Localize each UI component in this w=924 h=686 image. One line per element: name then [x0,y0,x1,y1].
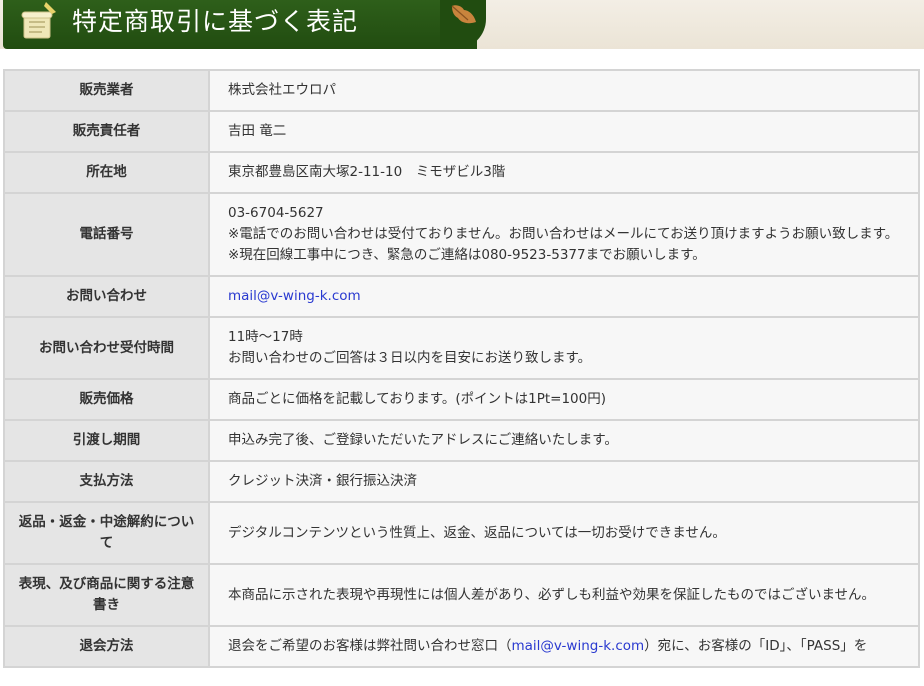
row-value: 03-6704-5627 ※電話でのお問い合わせは受付ておりません。お問い合わせ… [208,192,920,277]
table-row: 退会方法 退会をご希望のお客様は弊社問い合わせ窓口（mail@v-wing-k.… [3,625,920,668]
row-label: 引渡し期間 [3,419,210,462]
row-value: 申込み完了後、ご登録いただいたアドレスにご連絡いたします。 [208,419,920,462]
row-label: 所在地 [3,151,210,194]
table-row: 販売責任者 吉田 竜二 [3,110,920,153]
row-label: 退会方法 [3,625,210,668]
row-value: デジタルコンテンツという性質上、返金、返品については一切お受けできません。 [208,501,920,565]
withdrawal-email-link[interactable]: mail@v-wing-k.com [512,638,645,654]
row-label: 返品・返金・中途解約について [3,501,210,565]
table-row: お問い合わせ受付時間 11時～17時 お問い合わせのご回答は３日以内を目安にお送… [3,316,920,380]
page-title: 特定商取引に基づく表記 [72,7,359,36]
leaf-icon [451,5,476,24]
row-label: お問い合わせ受付時間 [3,316,210,380]
table-row: 表現、及び商品に関する注意書き 本商品に示された表現や再現性には個人差があり、必… [3,563,920,627]
table-row: 所在地 東京都豊島区南大塚2-11-10 ミモザビル3階 [3,151,920,194]
row-label: お問い合わせ [3,275,210,318]
row-value: mail@v-wing-k.com [208,275,920,318]
phone-note: ※電話でのお問い合わせは受付ておりません。お問い合わせはメールにてお送り頂けます… [228,226,899,242]
row-label: 販売責任者 [3,110,210,153]
hours-text: 11時～17時 [228,329,303,345]
row-label: 販売価格 [3,378,210,421]
phone-number: 03-6704-5627 [228,205,324,221]
withdrawal-text-start: 退会をご希望のお客様は弊社問い合わせ窓口（ [228,638,512,654]
scroll-icon [21,2,56,39]
row-value: 11時～17時 お問い合わせのご回答は３日以内を目安にお送り致します。 [208,316,920,380]
table-row: 販売業者 株式会社エウロパ [3,69,920,112]
row-value: 退会をご希望のお客様は弊社問い合わせ窓口（mail@v-wing-k.com）宛… [208,625,920,668]
response-note: お問い合わせのご回答は３日以内を目安にお送り致します。 [228,350,592,366]
row-value: 東京都豊島区南大塚2-11-10 ミモザビル3階 [208,151,920,194]
row-value: 吉田 竜二 [208,110,920,153]
row-label: 電話番号 [3,192,210,277]
contact-email-link[interactable]: mail@v-wing-k.com [228,288,361,304]
table-row: 支払方法 クレジット決済・銀行振込決済 [3,460,920,503]
row-label: 支払方法 [3,460,210,503]
row-value: 本商品に示された表現や再現性には個人差があり、必ずしも利益や効果を保証したもので… [208,563,920,627]
phone-emergency-note: ※現在回線工事中につき、緊急のご連絡は080-9523-5377までお願いします… [228,247,706,263]
row-value: クレジット決済・銀行振込決済 [208,460,920,503]
table-row: お問い合わせ mail@v-wing-k.com [3,275,920,318]
row-label: 表現、及び商品に関する注意書き [3,563,210,627]
row-label: 販売業者 [3,69,210,112]
row-value: 商品ごとに価格を記載しております。(ポイントは1Pt=100円) [208,378,920,421]
table-row: 返品・返金・中途解約について デジタルコンテンツという性質上、返金、返品について… [3,501,920,565]
page-header: 特定商取引に基づく表記 [0,0,924,49]
table-row: 販売価格 商品ごとに価格を記載しております。(ポイントは1Pt=100円) [3,378,920,421]
row-value: 株式会社エウロパ [208,69,920,112]
table-row: 引渡し期間 申込み完了後、ご登録いただいたアドレスにご連絡いたします。 [3,419,920,462]
table-row: 電話番号 03-6704-5627 ※電話でのお問い合わせは受付ておりません。お… [3,192,920,277]
withdrawal-text-end: ）宛に、お客様の「ID」、「PASS」を [644,638,868,654]
commerce-law-table: 販売業者 株式会社エウロパ 販売責任者 吉田 竜二 所在地 東京都豊島区南大塚2… [3,69,920,668]
